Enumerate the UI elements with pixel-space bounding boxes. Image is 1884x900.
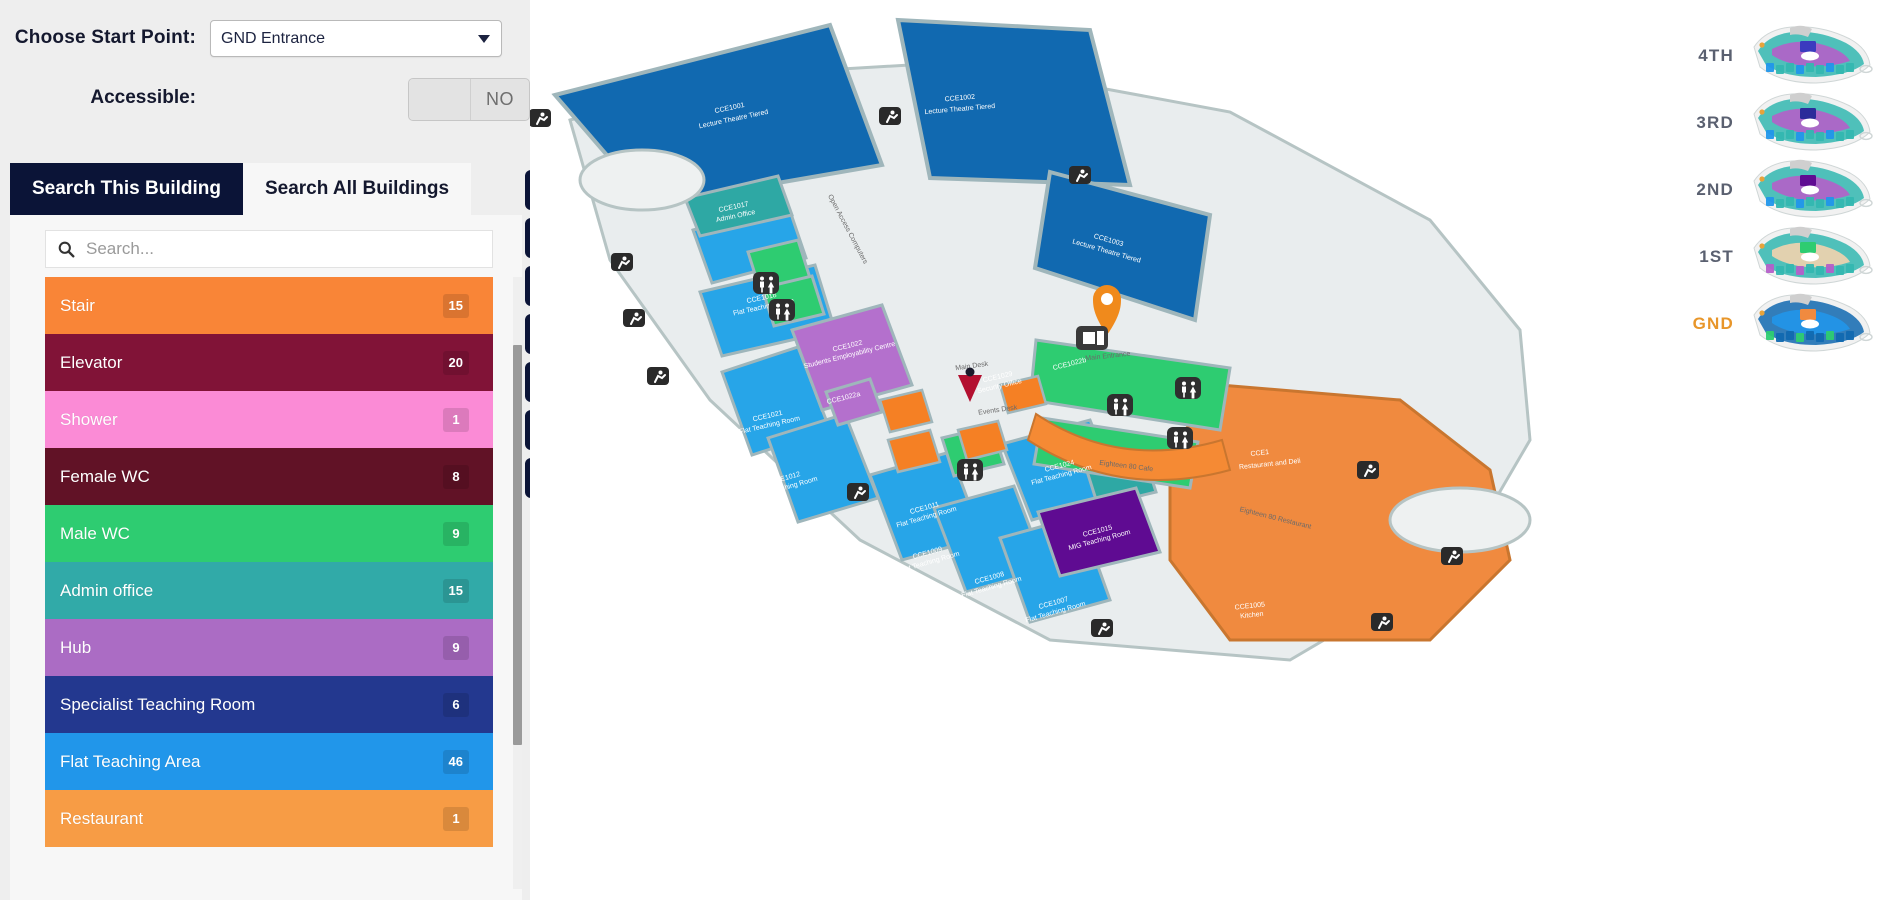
tab-search-all-buildings[interactable]: Search All Buildings [242, 163, 472, 215]
floor-selector: 4TH 3RD 2ND 1ST GND [1626, 22, 1876, 357]
floor-item[interactable]: 2ND [1626, 156, 1876, 223]
legend-row[interactable]: Stair 15 [45, 277, 493, 334]
legend-label: Specialist Teaching Room [60, 694, 256, 714]
accessible-label: Accessible: [90, 87, 196, 108]
floor-label: GND [1692, 313, 1734, 333]
building-wayfinder-app: Choose Start Point: GND Entrance Accessi… [0, 0, 1884, 900]
legend-label: Female WC [60, 466, 150, 486]
legend-scrollbar-thumb[interactable] [513, 345, 522, 745]
legend-row[interactable]: Admin office 15 [45, 562, 493, 619]
search-box[interactable] [45, 230, 493, 268]
legend-label: Stair [60, 295, 95, 315]
tab-search-this-building[interactable]: Search This Building [10, 163, 243, 215]
legend-count-badge: 46 [442, 749, 469, 774]
legend-row[interactable]: Restaurant 1 [45, 790, 493, 847]
start-point-row: Choose Start Point: GND Entrance [0, 16, 530, 60]
legend-count-badge: 1 [443, 407, 469, 432]
legend-scrollbar-track[interactable] [513, 277, 522, 889]
legend-count-badge: 6 [443, 692, 469, 717]
legend-row[interactable]: Hub 9 [45, 619, 493, 676]
legend-row[interactable]: Flat Teaching Area 46 [45, 733, 493, 790]
legend-label: Flat Teaching Area [60, 751, 201, 771]
legend-row[interactable]: Male WC 9 [45, 505, 493, 562]
floor-label: 4TH [1698, 45, 1734, 65]
chevron-down-icon [478, 34, 490, 43]
accessible-toggle-state: NO [486, 89, 514, 109]
left-panel: Choose Start Point: GND Entrance Accessi… [0, 0, 530, 900]
floor-thumbnail[interactable] [1746, 293, 1876, 355]
legend-label: Admin office [60, 580, 154, 600]
entrance-door-icon [1076, 326, 1108, 350]
search-input[interactable] [84, 238, 480, 260]
accessible-toggle[interactable]: NO [408, 78, 530, 121]
floor-thumbnail[interactable] [1746, 92, 1876, 154]
floor-label: 1ST [1699, 246, 1734, 266]
search-icon [58, 241, 84, 258]
floor-item[interactable]: GND [1626, 290, 1876, 357]
legend-count-badge: 1 [443, 806, 469, 831]
floor-label: 3RD [1696, 112, 1734, 132]
floor-item[interactable]: 4TH [1626, 22, 1876, 89]
legend-label: Hub [60, 637, 92, 657]
legend-label: Shower [60, 409, 118, 429]
floor-item[interactable]: 3RD [1626, 89, 1876, 156]
legend-row[interactable]: Specialist Teaching Room 6 [45, 676, 493, 733]
floor-label: 2ND [1696, 179, 1734, 199]
legend-count-badge: 9 [443, 521, 469, 546]
legend-count-badge: 8 [443, 464, 469, 489]
legend-list[interactable]: Stair 15 Elevator 20 Shower 1 Female WC 8 Male W… [45, 277, 493, 889]
legend-label: Male WC [60, 523, 130, 543]
start-point-select-wrap[interactable]: GND Entrance [210, 19, 502, 57]
legend-row[interactable]: Elevator 20 [45, 334, 493, 391]
toggle-knob[interactable] [409, 79, 471, 120]
legend-row[interactable]: Female WC 8 [45, 448, 493, 505]
floor-thumbnail[interactable] [1746, 159, 1876, 221]
search-tabs: Search This Building Search All Building… [10, 163, 522, 215]
legend-label: Elevator [60, 352, 123, 372]
floor-thumbnail[interactable] [1746, 25, 1876, 87]
legend-count-badge: 15 [442, 578, 469, 603]
floor-item[interactable]: 1ST [1626, 223, 1876, 290]
legend-row[interactable]: Shower 1 [45, 391, 493, 448]
legend-label: Restaurant [60, 808, 144, 828]
start-point-select[interactable]: GND Entrance [210, 19, 502, 57]
legend-count-badge: 15 [442, 293, 469, 318]
legend-count-badge: 9 [443, 635, 469, 660]
floor-thumbnail[interactable] [1746, 226, 1876, 288]
start-point-label: Choose Start Point: [14, 27, 196, 48]
search-panel-body: Stair 15 Elevator 20 Shower 1 Female WC 8 Male W… [10, 215, 522, 900]
legend-count-badge: 20 [442, 350, 469, 375]
